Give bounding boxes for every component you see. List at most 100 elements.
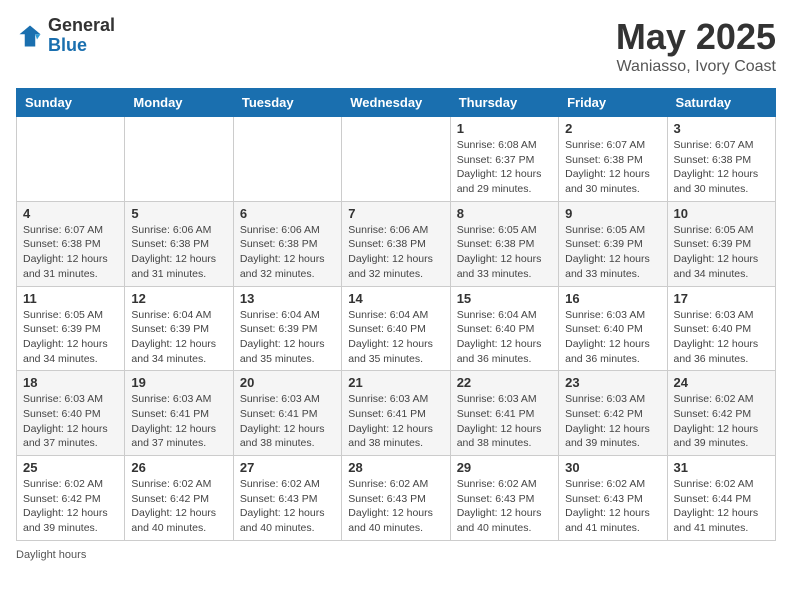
cell-content: Sunrise: 6:06 AM Sunset: 6:38 PM Dayligh… (131, 223, 226, 282)
calendar-day-header: Monday (125, 89, 233, 117)
calendar-table: SundayMondayTuesdayWednesdayThursdayFrid… (16, 88, 776, 541)
cell-content: Sunrise: 6:03 AM Sunset: 6:40 PM Dayligh… (674, 308, 769, 367)
calendar-cell: 1 Sunrise: 6:08 AM Sunset: 6:37 PM Daylig… (450, 117, 558, 202)
calendar-cell: 8 Sunrise: 6:05 AM Sunset: 6:38 PM Daylig… (450, 201, 558, 286)
day-number: 4 (23, 206, 118, 221)
calendar-cell: 10Sunrise: 6:05 AM Sunset: 6:39 PM Dayli… (667, 201, 775, 286)
cell-content: Sunrise: 6:04 AM Sunset: 6:39 PM Dayligh… (131, 308, 226, 367)
calendar-cell: 18 Sunrise: 6:03 AM Sunset: 6:40 PM Dayli… (17, 371, 125, 456)
day-number: 11 (23, 291, 118, 306)
calendar-cell: 9Sunrise: 6:05 AM Sunset: 6:39 PM Daylig… (559, 201, 667, 286)
calendar-cell: 31 Sunrise: 6:02 AM Sunset: 6:44 PM Dayli… (667, 456, 775, 541)
day-number: 12 (131, 291, 226, 306)
logo-text: General Blue (48, 16, 115, 56)
calendar-cell: 14Sunrise: 6:04 AM Sunset: 6:40 PM Dayli… (342, 286, 450, 371)
calendar-cell: 15 Sunrise: 6:04 AM Sunset: 6:40 PM Dayli… (450, 286, 558, 371)
cell-content: Sunrise: 6:03 AM Sunset: 6:40 PM Dayligh… (23, 392, 118, 451)
day-number: 7 (348, 206, 443, 221)
calendar-week-row: 18 Sunrise: 6:03 AM Sunset: 6:40 PM Dayli… (17, 371, 776, 456)
calendar-cell: 4 Sunrise: 6:07 AM Sunset: 6:38 PM Daylig… (17, 201, 125, 286)
calendar-day-header: Tuesday (233, 89, 341, 117)
cell-content: Sunrise: 6:03 AM Sunset: 6:40 PM Dayligh… (565, 308, 660, 367)
cell-content: Sunrise: 6:07 AM Sunset: 6:38 PM Dayligh… (565, 138, 660, 197)
cell-content: Sunrise: 6:03 AM Sunset: 6:41 PM Dayligh… (457, 392, 552, 451)
calendar-day-header: Friday (559, 89, 667, 117)
day-number: 15 (457, 291, 552, 306)
cell-content: Sunrise: 6:06 AM Sunset: 6:38 PM Dayligh… (240, 223, 335, 282)
day-number: 8 (457, 206, 552, 221)
calendar-cell (125, 117, 233, 202)
calendar-cell: 6 Sunrise: 6:06 AM Sunset: 6:38 PM Daylig… (233, 201, 341, 286)
page-header: General Blue May 2025 Waniasso, Ivory Co… (16, 16, 776, 76)
cell-content: Sunrise: 6:08 AM Sunset: 6:37 PM Dayligh… (457, 138, 552, 197)
calendar-cell (233, 117, 341, 202)
cell-content: Sunrise: 6:02 AM Sunset: 6:44 PM Dayligh… (674, 477, 769, 536)
calendar-cell: 30Sunrise: 6:02 AM Sunset: 6:43 PM Dayli… (559, 456, 667, 541)
cell-content: Sunrise: 6:07 AM Sunset: 6:38 PM Dayligh… (23, 223, 118, 282)
cell-content: Sunrise: 6:02 AM Sunset: 6:43 PM Dayligh… (348, 477, 443, 536)
calendar-cell (17, 117, 125, 202)
day-number: 20 (240, 375, 335, 390)
cell-content: Sunrise: 6:02 AM Sunset: 6:42 PM Dayligh… (674, 392, 769, 451)
calendar-week-row: 11Sunrise: 6:05 AM Sunset: 6:39 PM Dayli… (17, 286, 776, 371)
calendar-cell: 7 Sunrise: 6:06 AM Sunset: 6:38 PM Daylig… (342, 201, 450, 286)
calendar-day-header: Thursday (450, 89, 558, 117)
day-number: 19 (131, 375, 226, 390)
calendar-cell: 21Sunrise: 6:03 AM Sunset: 6:41 PM Dayli… (342, 371, 450, 456)
day-number: 29 (457, 460, 552, 475)
logo: General Blue (16, 16, 115, 56)
calendar-cell: 11Sunrise: 6:05 AM Sunset: 6:39 PM Dayli… (17, 286, 125, 371)
cell-content: Sunrise: 6:06 AM Sunset: 6:38 PM Dayligh… (348, 223, 443, 282)
calendar-header-row: SundayMondayTuesdayWednesdayThursdayFrid… (17, 89, 776, 117)
calendar-cell: 5 Sunrise: 6:06 AM Sunset: 6:38 PM Daylig… (125, 201, 233, 286)
calendar-cell: 27 Sunrise: 6:02 AM Sunset: 6:43 PM Dayli… (233, 456, 341, 541)
day-number: 24 (674, 375, 769, 390)
day-number: 9 (565, 206, 660, 221)
calendar-day-header: Sunday (17, 89, 125, 117)
calendar-cell: 24 Sunrise: 6:02 AM Sunset: 6:42 PM Dayli… (667, 371, 775, 456)
cell-content: Sunrise: 6:02 AM Sunset: 6:43 PM Dayligh… (457, 477, 552, 536)
legend: Daylight hours (16, 549, 776, 561)
cell-content: Sunrise: 6:05 AM Sunset: 6:38 PM Dayligh… (457, 223, 552, 282)
day-number: 3 (674, 121, 769, 136)
calendar-cell: 20 Sunrise: 6:03 AM Sunset: 6:41 PM Dayli… (233, 371, 341, 456)
day-number: 2 (565, 121, 660, 136)
day-number: 13 (240, 291, 335, 306)
logo-icon (16, 22, 44, 50)
cell-content: Sunrise: 6:04 AM Sunset: 6:40 PM Dayligh… (457, 308, 552, 367)
cell-content: Sunrise: 6:03 AM Sunset: 6:42 PM Dayligh… (565, 392, 660, 451)
day-number: 18 (23, 375, 118, 390)
day-number: 17 (674, 291, 769, 306)
day-number: 31 (674, 460, 769, 475)
day-number: 14 (348, 291, 443, 306)
cell-content: Sunrise: 6:03 AM Sunset: 6:41 PM Dayligh… (240, 392, 335, 451)
day-number: 1 (457, 121, 552, 136)
cell-content: Sunrise: 6:02 AM Sunset: 6:43 PM Dayligh… (240, 477, 335, 536)
day-number: 5 (131, 206, 226, 221)
calendar-cell: 22 Sunrise: 6:03 AM Sunset: 6:41 PM Dayli… (450, 371, 558, 456)
cell-content: Sunrise: 6:04 AM Sunset: 6:39 PM Dayligh… (240, 308, 335, 367)
calendar-day-header: Saturday (667, 89, 775, 117)
day-number: 6 (240, 206, 335, 221)
cell-content: Sunrise: 6:02 AM Sunset: 6:42 PM Dayligh… (131, 477, 226, 536)
calendar-week-row: 25Sunrise: 6:02 AM Sunset: 6:42 PM Dayli… (17, 456, 776, 541)
day-number: 27 (240, 460, 335, 475)
calendar-day-header: Wednesday (342, 89, 450, 117)
calendar-cell (342, 117, 450, 202)
calendar-cell: 23 Sunrise: 6:03 AM Sunset: 6:42 PM Dayli… (559, 371, 667, 456)
day-number: 23 (565, 375, 660, 390)
cell-content: Sunrise: 6:03 AM Sunset: 6:41 PM Dayligh… (348, 392, 443, 451)
day-number: 16 (565, 291, 660, 306)
calendar-cell: 26 Sunrise: 6:02 AM Sunset: 6:42 PM Dayli… (125, 456, 233, 541)
cell-content: Sunrise: 6:02 AM Sunset: 6:42 PM Dayligh… (23, 477, 118, 536)
calendar-cell: 28Sunrise: 6:02 AM Sunset: 6:43 PM Dayli… (342, 456, 450, 541)
cell-content: Sunrise: 6:02 AM Sunset: 6:43 PM Dayligh… (565, 477, 660, 536)
calendar-cell: 25Sunrise: 6:02 AM Sunset: 6:42 PM Dayli… (17, 456, 125, 541)
calendar-cell: 19Sunrise: 6:03 AM Sunset: 6:41 PM Dayli… (125, 371, 233, 456)
calendar-cell: 29 Sunrise: 6:02 AM Sunset: 6:43 PM Dayli… (450, 456, 558, 541)
day-number: 22 (457, 375, 552, 390)
calendar-cell: 2 Sunrise: 6:07 AM Sunset: 6:38 PM Daylig… (559, 117, 667, 202)
calendar-cell: 3Sunrise: 6:07 AM Sunset: 6:38 PM Daylig… (667, 117, 775, 202)
calendar-week-row: 4 Sunrise: 6:07 AM Sunset: 6:38 PM Daylig… (17, 201, 776, 286)
day-number: 26 (131, 460, 226, 475)
